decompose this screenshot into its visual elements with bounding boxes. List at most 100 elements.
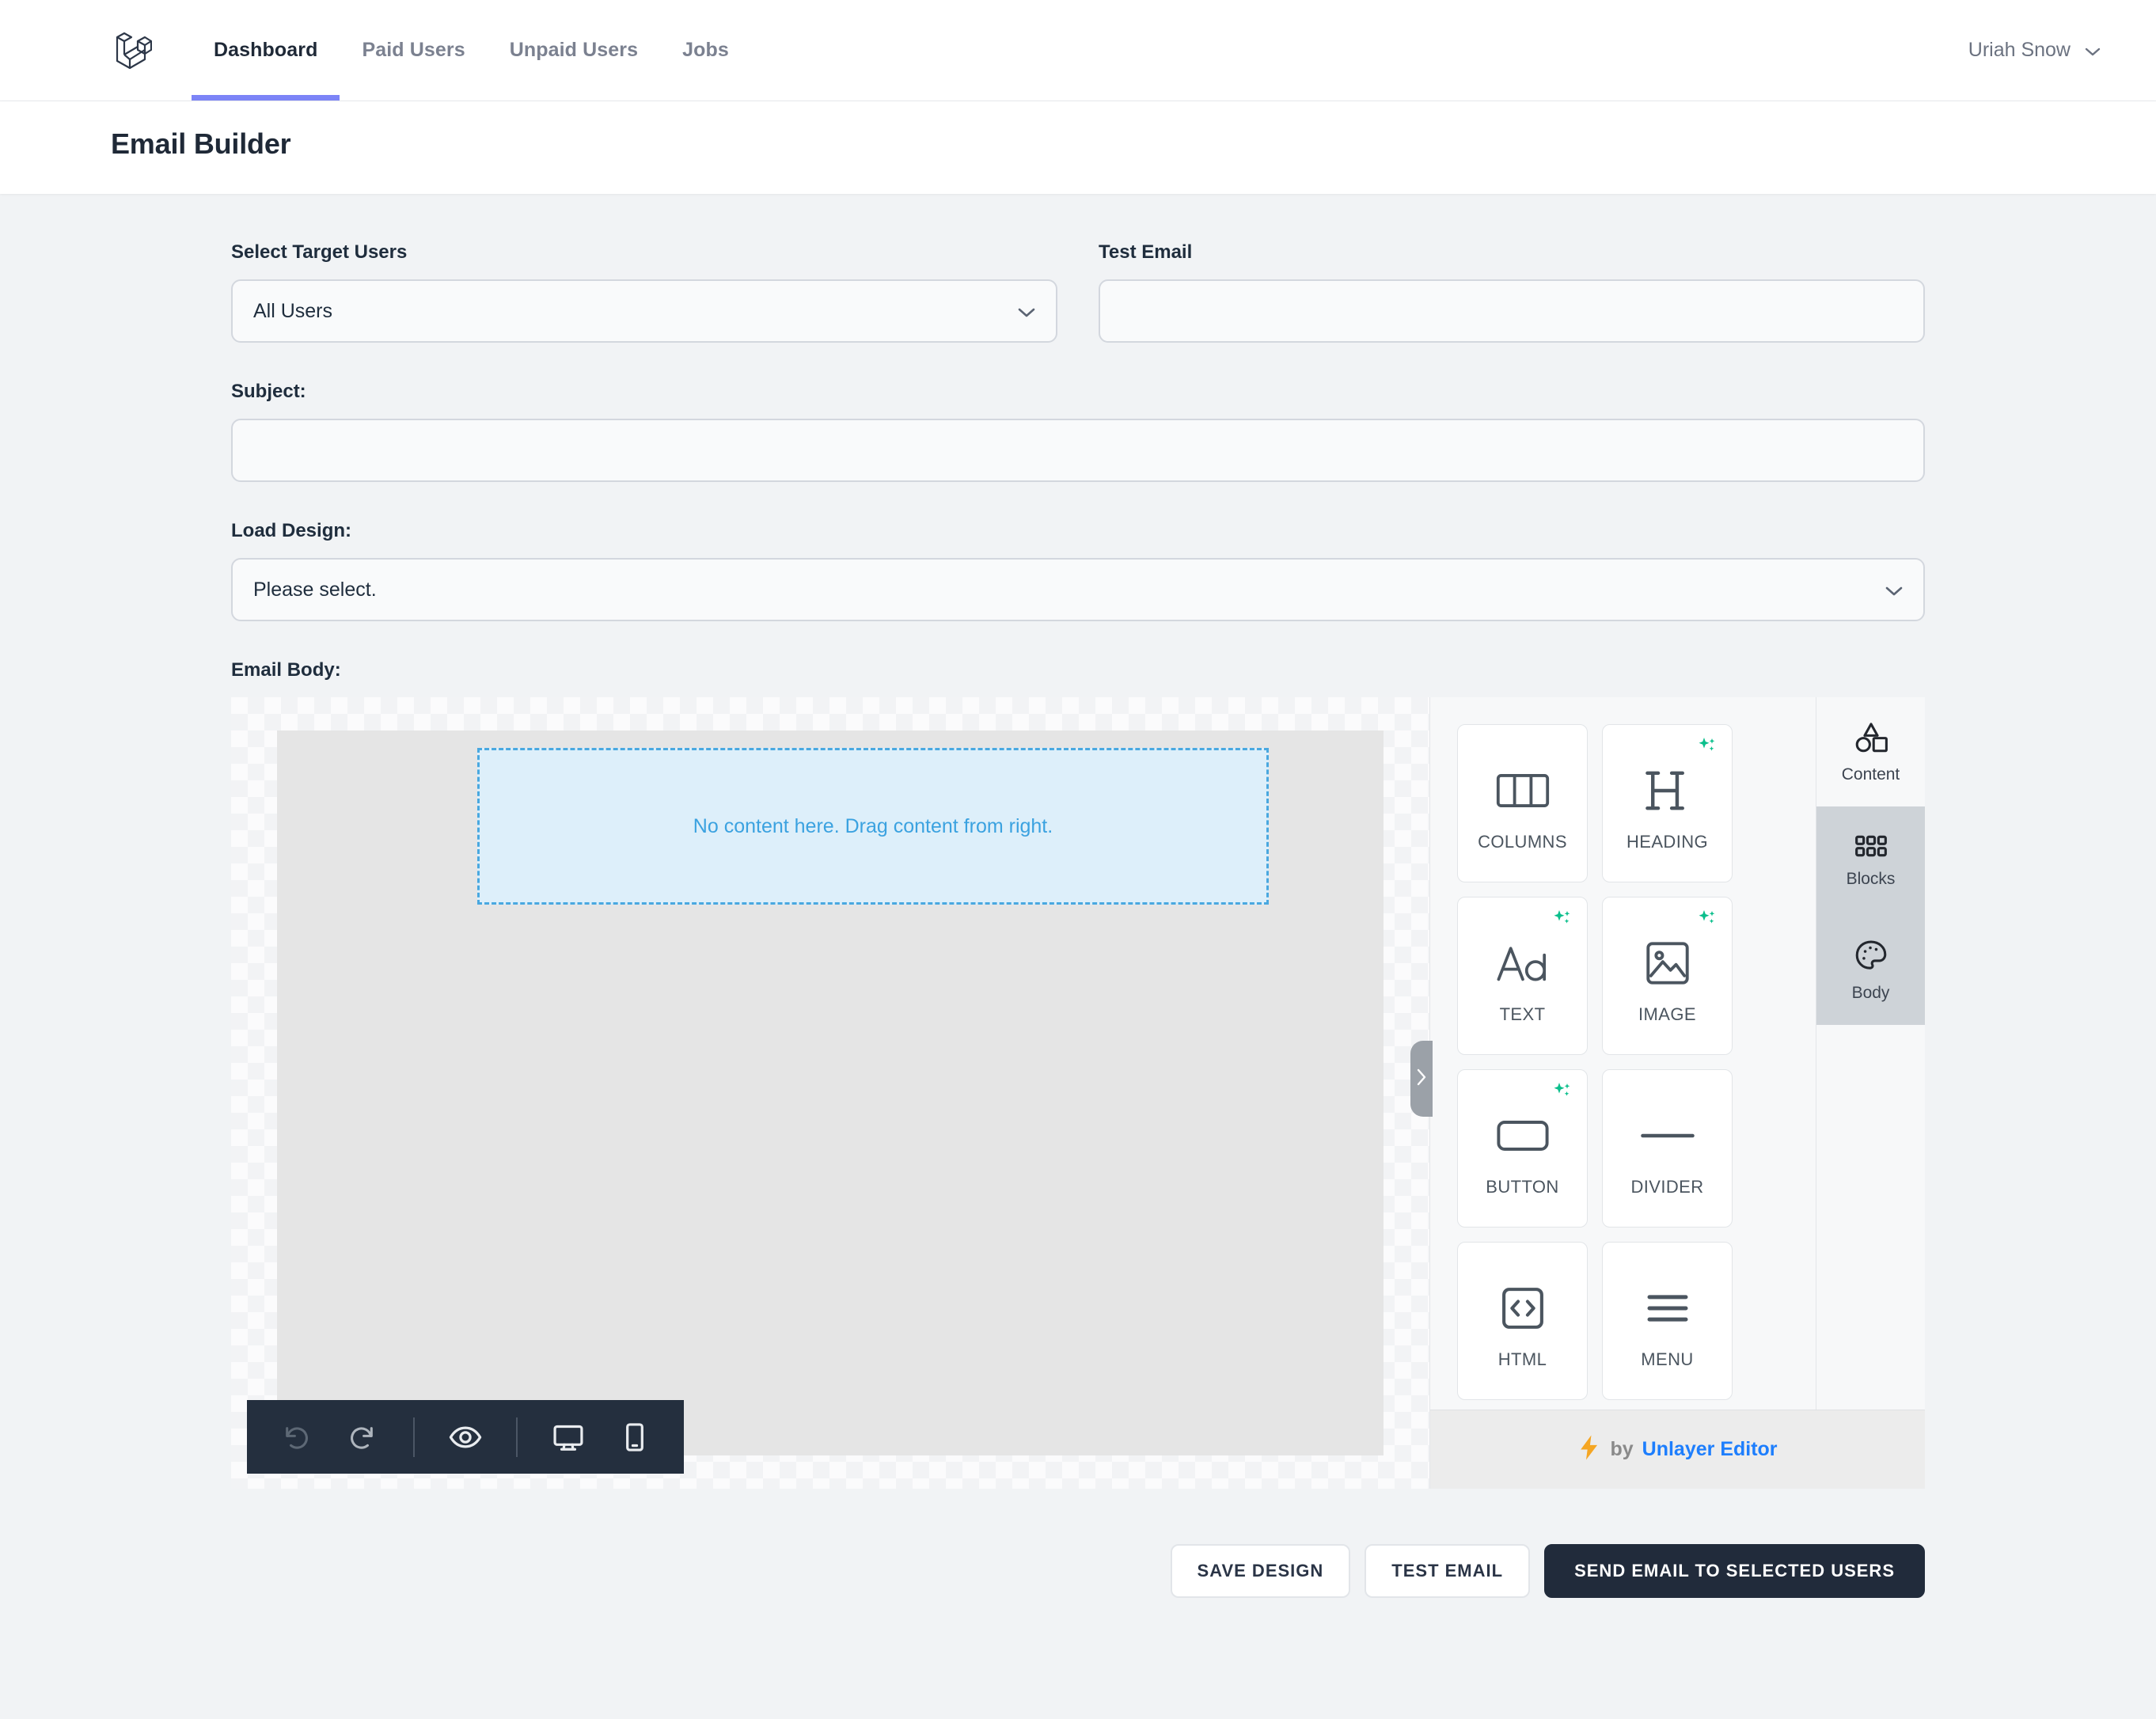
send-email-button[interactable]: SEND EMAIL TO SELECTED USERS	[1544, 1544, 1925, 1598]
ai-sparkle-icon	[1552, 1081, 1573, 1106]
editor-right-panel: COLUMNS HEADING TEXT IMAGE BUTTON DIVIDE…	[1429, 697, 1925, 1489]
tile-divider[interactable]: DIVIDER	[1602, 1069, 1733, 1228]
target-users-value: All Users	[253, 299, 333, 322]
top-navigation-bar: Dashboard Paid Users Unpaid Users Jobs U…	[0, 0, 2156, 101]
nav-item-dashboard[interactable]: Dashboard	[192, 0, 340, 101]
form-wrapper: Select Target Users All Users Test Email…	[199, 241, 1957, 1489]
chevron-right-icon	[1415, 1067, 1428, 1091]
email-body-editor: No content here. Drag content from right…	[231, 697, 1925, 1489]
divider-icon	[1640, 1099, 1695, 1172]
laravel-logo-icon	[111, 28, 152, 74]
toolbar-divider	[413, 1417, 415, 1457]
save-design-button[interactable]: SAVE DESIGN	[1170, 1544, 1351, 1598]
undo-icon[interactable]	[275, 1417, 317, 1458]
tile-html[interactable]: HTML	[1457, 1242, 1588, 1400]
heading-icon	[1645, 754, 1691, 827]
load-design-field-group: Load Design: Please select.	[231, 520, 1925, 621]
nav-item-paid-users[interactable]: Paid Users	[340, 0, 487, 101]
nav-item-jobs-label: Jobs	[682, 39, 729, 61]
grid-dots-icon	[1854, 834, 1888, 862]
test-email-button-label: TEST EMAIL	[1391, 1561, 1504, 1580]
subject-input[interactable]	[231, 419, 1925, 482]
toolbar-divider	[516, 1417, 518, 1457]
tile-button-label: BUTTON	[1486, 1177, 1559, 1197]
nav-item-unpaid-users-label: Unpaid Users	[509, 39, 639, 61]
target-users-field-group: Select Target Users All Users	[231, 241, 1057, 343]
editor-panel-body: COLUMNS HEADING TEXT IMAGE BUTTON DIVIDE…	[1430, 697, 1925, 1410]
form-row-top: Select Target Users All Users Test Email	[231, 241, 1925, 343]
editor-toolbar	[247, 1400, 684, 1474]
editor-footer: by Unlayer Editor	[1430, 1410, 1925, 1489]
tile-image[interactable]: IMAGE	[1602, 897, 1733, 1055]
test-email-input[interactable]	[1099, 279, 1925, 343]
chevron-down-icon	[1018, 300, 1035, 323]
test-email-label: Test Email	[1099, 241, 1193, 263]
rail-tab-content[interactable]: Content	[1816, 697, 1925, 806]
load-design-label: Load Design:	[231, 520, 352, 541]
tile-menu-label: MENU	[1641, 1349, 1694, 1369]
tile-columns-label: COLUMNS	[1478, 832, 1567, 852]
chevron-down-icon	[1885, 579, 1903, 601]
rail-tab-content-label: Content	[1841, 765, 1900, 784]
mobile-icon[interactable]	[614, 1417, 655, 1458]
lightning-bolt-icon	[1577, 1434, 1601, 1465]
target-users-select[interactable]: All Users	[231, 279, 1057, 343]
editor-tab-rail: Content Blocks Body	[1816, 697, 1925, 1410]
tile-html-label: HTML	[1497, 1349, 1547, 1369]
send-email-button-label: SEND EMAIL TO SELECTED USERS	[1574, 1561, 1895, 1580]
nav-item-paid-users-label: Paid Users	[362, 39, 465, 61]
tile-text-label: TEXT	[1499, 1004, 1546, 1024]
main-content: Select Target Users All Users Test Email…	[0, 194, 2156, 1598]
load-design-value: Please select.	[253, 578, 377, 601]
nav-item-dashboard-label: Dashboard	[214, 39, 318, 61]
tile-menu[interactable]: MENU	[1602, 1242, 1733, 1400]
ai-sparkle-icon	[1697, 909, 1718, 933]
test-email-field-group: Test Email	[1099, 241, 1925, 343]
tile-text[interactable]: TEXT	[1457, 897, 1588, 1055]
nav-item-jobs[interactable]: Jobs	[660, 0, 751, 101]
redo-icon[interactable]	[342, 1417, 383, 1458]
content-tiles-grid: COLUMNS HEADING TEXT IMAGE BUTTON DIVIDE…	[1430, 697, 1816, 1410]
page-title: Email Builder	[111, 127, 291, 160]
email-body-label: Email Body:	[231, 659, 341, 681]
user-menu-name: Uriah Snow	[1968, 39, 2071, 61]
menu-hamburger-icon	[1643, 1272, 1692, 1345]
editor-dropzone-text: No content here. Drag content from right…	[693, 814, 1053, 837]
rail-tab-blocks-label: Blocks	[1846, 869, 1896, 888]
preview-eye-icon[interactable]	[445, 1417, 486, 1458]
editor-canvas-area[interactable]: No content here. Drag content from right…	[231, 697, 1429, 1489]
tile-image-label: IMAGE	[1638, 1004, 1696, 1024]
desktop-icon[interactable]	[548, 1417, 589, 1458]
laravel-brand-logo[interactable]	[111, 0, 192, 101]
rail-tab-body[interactable]: Body	[1816, 916, 1925, 1025]
columns-icon	[1495, 754, 1551, 827]
tile-button[interactable]: BUTTON	[1457, 1069, 1588, 1228]
image-icon	[1644, 927, 1691, 1000]
test-email-button[interactable]: TEST EMAIL	[1365, 1544, 1531, 1598]
action-buttons: SAVE DESIGN TEST EMAIL SEND EMAIL TO SEL…	[199, 1489, 1957, 1598]
rail-tab-body-label: Body	[1851, 983, 1890, 1002]
load-design-select[interactable]: Please select.	[231, 558, 1925, 621]
editor-canvas-sheet[interactable]: No content here. Drag content from right…	[277, 730, 1384, 1455]
user-menu[interactable]: Uriah Snow	[1968, 0, 2101, 101]
save-design-button-label: SAVE DESIGN	[1197, 1561, 1324, 1580]
chevron-down-icon	[2085, 46, 2101, 56]
tile-heading[interactable]: HEADING	[1602, 724, 1733, 882]
html-code-icon	[1500, 1272, 1546, 1345]
editor-footer-by: by	[1610, 1438, 1634, 1460]
tile-divider-label: DIVIDER	[1630, 1177, 1704, 1197]
editor-footer-brand[interactable]: Unlayer Editor	[1642, 1438, 1778, 1461]
editor-dropzone[interactable]: No content here. Drag content from right…	[477, 748, 1269, 905]
rail-tab-blocks[interactable]: Blocks	[1816, 806, 1925, 916]
shapes-icon	[1853, 720, 1889, 757]
tile-columns[interactable]: COLUMNS	[1457, 724, 1588, 882]
subject-field-group: Subject:	[231, 381, 1925, 482]
text-aa-icon	[1496, 927, 1550, 1000]
nav-item-unpaid-users[interactable]: Unpaid Users	[488, 0, 660, 101]
panel-collapse-handle[interactable]	[1410, 1041, 1433, 1117]
nav-items: Dashboard Paid Users Unpaid Users Jobs	[192, 0, 751, 101]
ai-sparkle-icon	[1552, 909, 1573, 933]
page-header: Email Builder	[0, 101, 2156, 194]
